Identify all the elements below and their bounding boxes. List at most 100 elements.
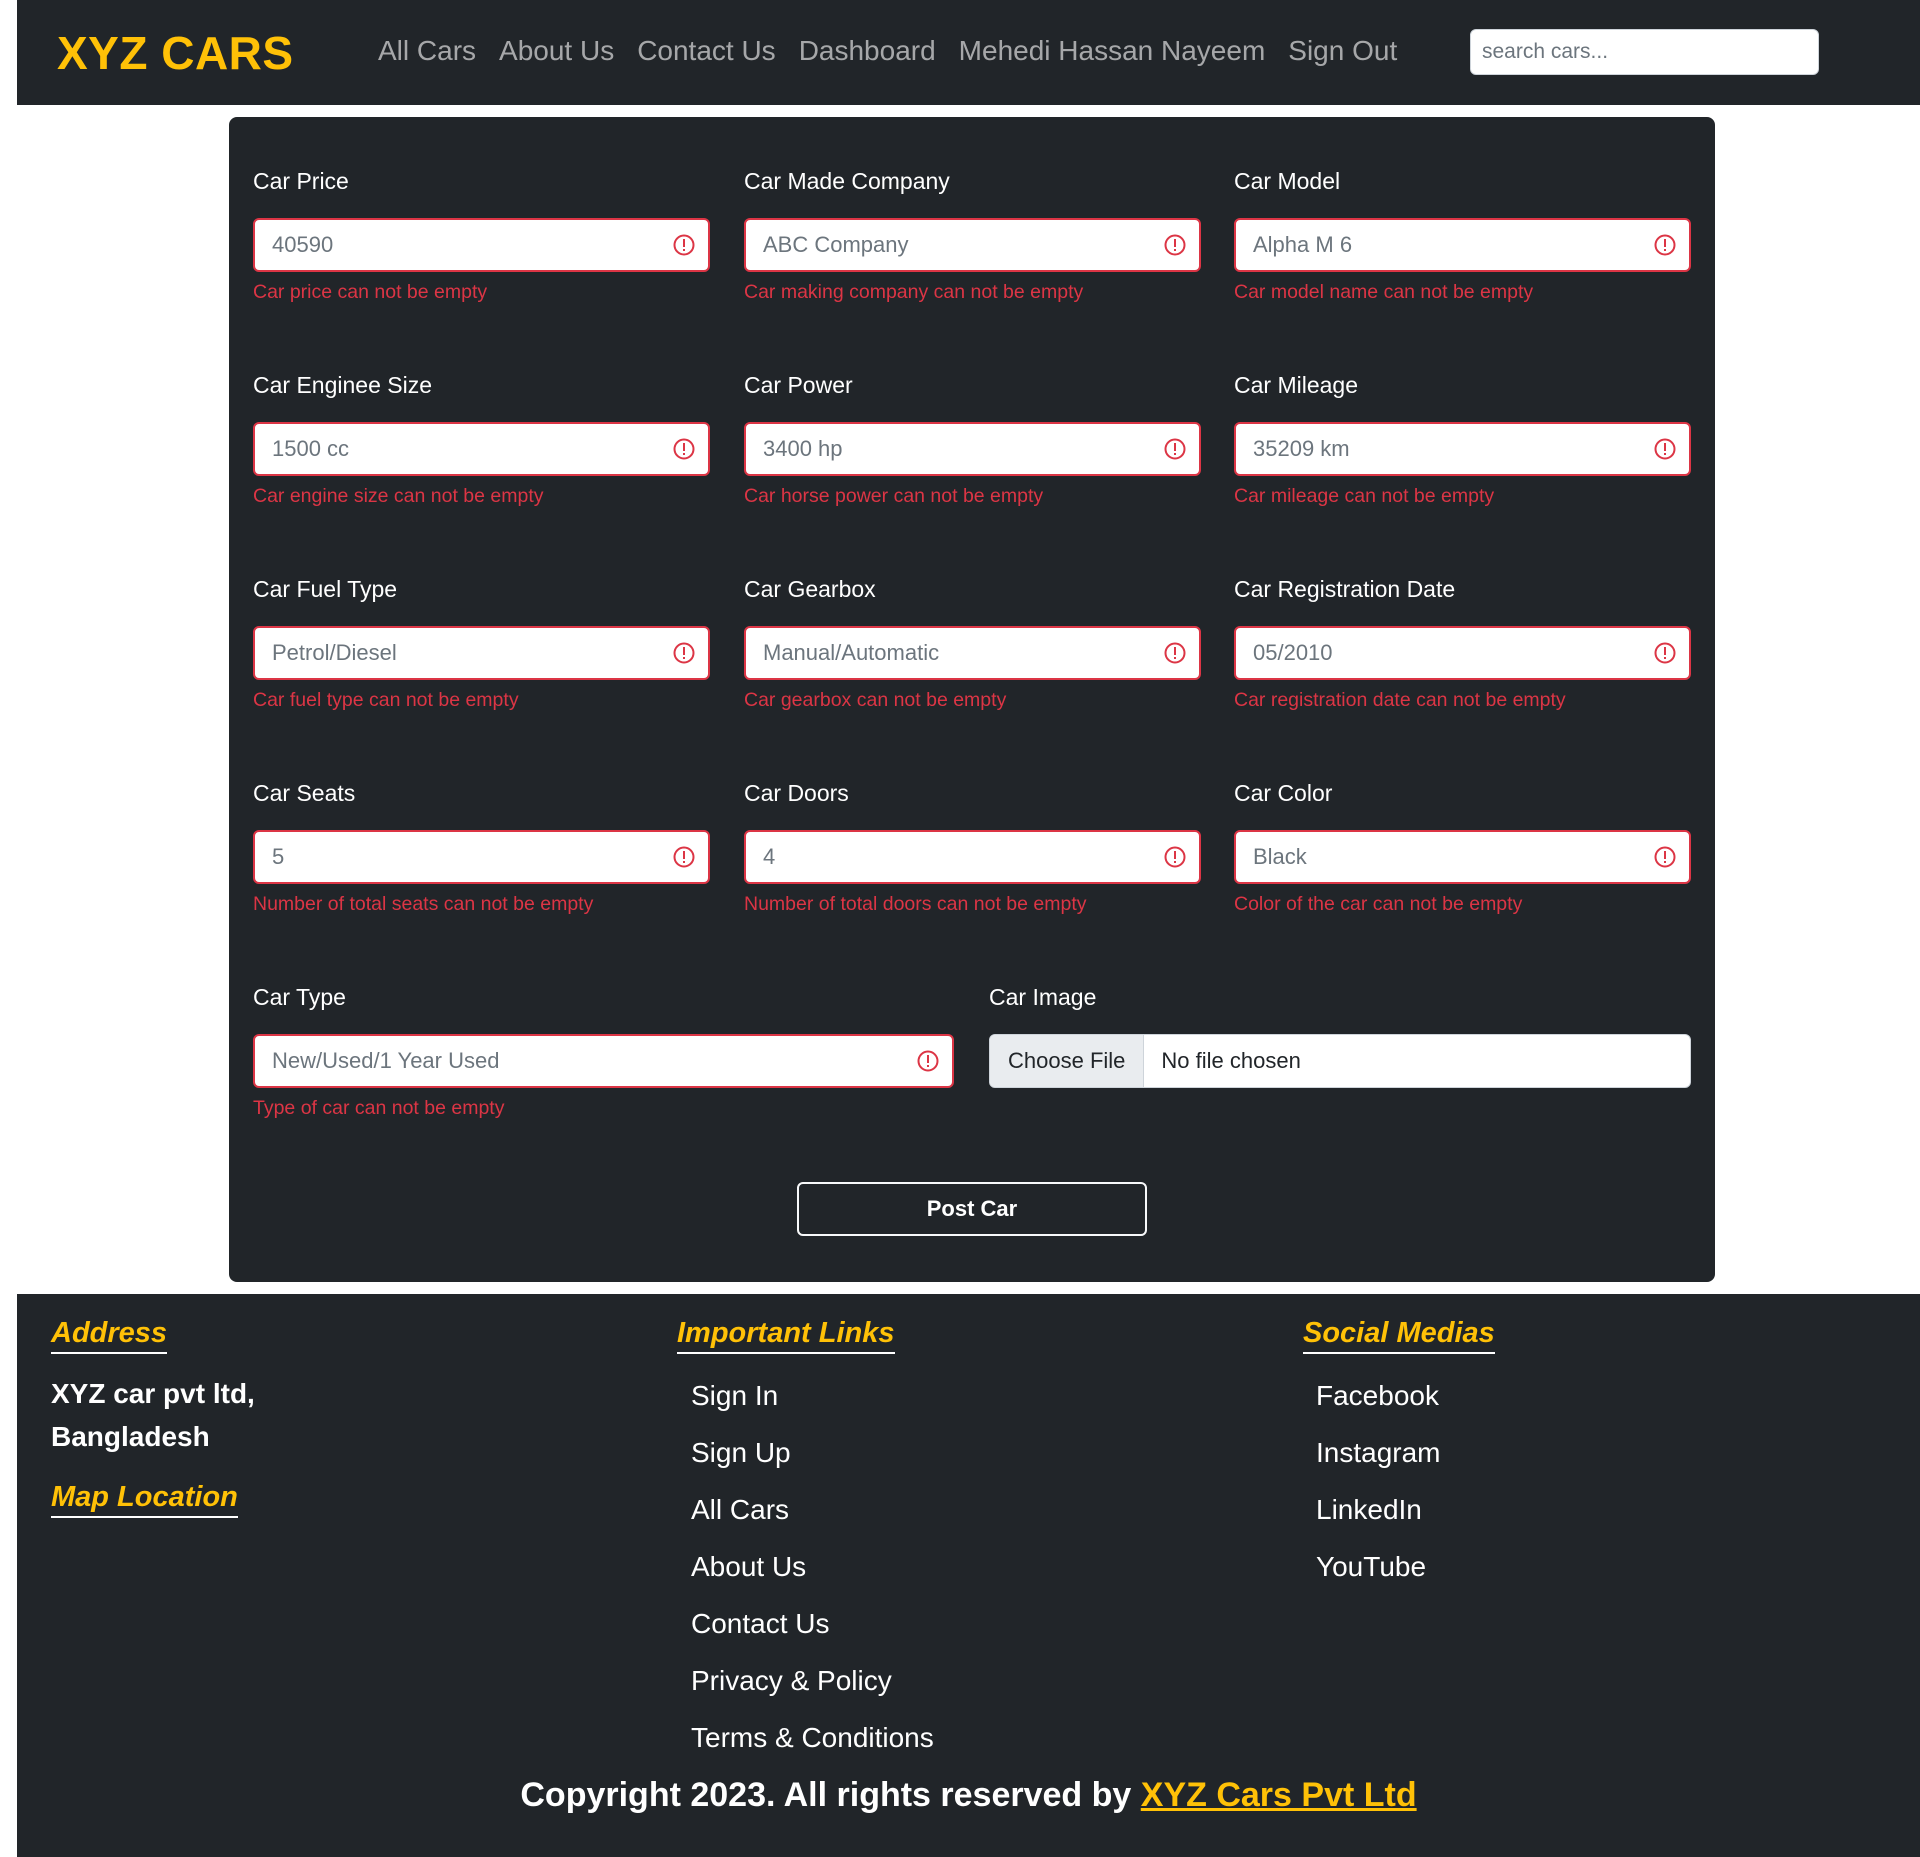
field-car-model: Car Model Car model name can not be empt… bbox=[1234, 166, 1691, 304]
field-label: Car Power bbox=[744, 372, 853, 398]
car-image-file-input[interactable]: Choose File No file chosen bbox=[989, 1034, 1691, 1088]
error-message: Number of total seats can not be empty bbox=[253, 893, 594, 915]
field-car-price: Car Price Car price can not be empty bbox=[253, 166, 710, 304]
field-car-type: Car Type Type of car can not be empty bbox=[253, 982, 954, 1120]
field-label: Car Type bbox=[253, 984, 346, 1010]
car-color-input[interactable] bbox=[1234, 830, 1691, 884]
footer-link-facebook[interactable]: Facebook bbox=[1316, 1367, 1441, 1424]
exclamation-circle-icon bbox=[1164, 234, 1186, 256]
social-medias-heading: Social Medias bbox=[1303, 1317, 1495, 1354]
nav-link-user-profile[interactable]: Mehedi Hassan Nayeem bbox=[959, 35, 1266, 67]
address-text: XYZ car pvt ltd, Bangladesh bbox=[51, 1372, 311, 1458]
error-message: Car fuel type can not be empty bbox=[253, 689, 519, 711]
field-label: Car Price bbox=[253, 168, 349, 194]
exclamation-circle-icon bbox=[1654, 846, 1676, 868]
exclamation-circle-icon bbox=[673, 846, 695, 868]
footer-link-contact-us[interactable]: Contact Us bbox=[691, 1595, 934, 1652]
car-power-input[interactable] bbox=[744, 422, 1201, 476]
nav-links: All Cars About Us Contact Us Dashboard M… bbox=[378, 35, 1420, 67]
footer-link-terms-conditions[interactable]: Terms & Conditions bbox=[691, 1709, 934, 1766]
footer-link-instagram[interactable]: Instagram bbox=[1316, 1424, 1441, 1481]
important-links-heading: Important Links bbox=[677, 1317, 895, 1354]
field-car-mileage: Car Mileage Car mileage can not be empty bbox=[1234, 370, 1691, 508]
field-car-seats: Car Seats Number of total seats can not … bbox=[253, 778, 710, 916]
field-label: Car Image bbox=[989, 984, 1097, 1010]
car-registration-date-input[interactable] bbox=[1234, 626, 1691, 680]
error-message: Car making company can not be empty bbox=[744, 281, 1084, 303]
field-car-registration-date: Car Registration Date Car registration d… bbox=[1234, 574, 1691, 712]
nav-link-dashboard[interactable]: Dashboard bbox=[799, 35, 936, 67]
car-fuel-type-input[interactable] bbox=[253, 626, 710, 680]
exclamation-circle-icon bbox=[917, 1050, 939, 1072]
field-car-gearbox: Car Gearbox Car gearbox can not be empty bbox=[744, 574, 1201, 712]
field-label: Car Registration Date bbox=[1234, 576, 1456, 602]
error-message: Car price can not be empty bbox=[253, 281, 488, 303]
car-doors-input[interactable] bbox=[744, 830, 1201, 884]
car-gearbox-input[interactable] bbox=[744, 626, 1201, 680]
car-model-input[interactable] bbox=[1234, 218, 1691, 272]
social-links-list: Facebook Instagram LinkedIn YouTube bbox=[1316, 1367, 1441, 1595]
error-message: Car registration date can not be empty bbox=[1234, 689, 1566, 711]
field-car-made-company: Car Made Company Car making company can … bbox=[744, 166, 1201, 304]
error-message: Number of total doors can not be empty bbox=[744, 893, 1087, 915]
exclamation-circle-icon bbox=[1164, 642, 1186, 664]
error-message: Car model name can not be empty bbox=[1234, 281, 1534, 303]
footer-link-linkedin[interactable]: LinkedIn bbox=[1316, 1481, 1441, 1538]
nav-link-sign-out[interactable]: Sign Out bbox=[1288, 35, 1397, 67]
car-seats-input[interactable] bbox=[253, 830, 710, 884]
post-car-button[interactable]: Post Car bbox=[797, 1182, 1147, 1236]
navbar: XYZ CARS All Cars About Us Contact Us Da… bbox=[17, 0, 1920, 105]
exclamation-circle-icon bbox=[673, 438, 695, 460]
error-message: Car mileage can not be empty bbox=[1234, 485, 1495, 507]
error-message: Car engine size can not be empty bbox=[253, 485, 544, 507]
exclamation-circle-icon bbox=[1164, 438, 1186, 460]
error-message: Color of the car can not be empty bbox=[1234, 893, 1523, 915]
exclamation-circle-icon bbox=[1654, 642, 1676, 664]
field-label: Car Enginee Size bbox=[253, 372, 432, 398]
car-type-input[interactable] bbox=[253, 1034, 954, 1088]
field-label: Car Gearbox bbox=[744, 576, 876, 602]
address-line: Bangladesh bbox=[51, 1421, 210, 1452]
footer: Address XYZ car pvt ltd, Bangladesh Map … bbox=[17, 1294, 1920, 1857]
field-label: Car Color bbox=[1234, 780, 1333, 806]
address-heading: Address bbox=[51, 1317, 168, 1354]
brand-logo[interactable]: XYZ CARS bbox=[57, 26, 294, 80]
choose-file-button[interactable]: Choose File bbox=[990, 1035, 1145, 1087]
field-label: Car Doors bbox=[744, 780, 849, 806]
copyright-company-link[interactable]: XYZ Cars Pvt Ltd bbox=[1141, 1776, 1417, 1814]
field-car-image: Car Image Choose File No file chosen bbox=[989, 982, 1691, 1088]
field-car-color: Car Color Color of the car can not be em… bbox=[1234, 778, 1691, 916]
footer-link-sign-up[interactable]: Sign Up bbox=[691, 1424, 934, 1481]
address-line: XYZ car pvt ltd, bbox=[51, 1378, 255, 1409]
nav-link-contact-us[interactable]: Contact Us bbox=[637, 35, 776, 67]
exclamation-circle-icon bbox=[1654, 438, 1676, 460]
footer-link-privacy-policy[interactable]: Privacy & Policy bbox=[691, 1652, 934, 1709]
field-car-fuel-type: Car Fuel Type Car fuel type can not be e… bbox=[253, 574, 710, 712]
field-label: Car Fuel Type bbox=[253, 576, 398, 602]
search-input[interactable] bbox=[1470, 29, 1819, 75]
error-message: Type of car can not be empty bbox=[253, 1097, 505, 1119]
field-car-engine-size: Car Enginee Size Car engine size can not… bbox=[253, 370, 710, 508]
car-mileage-input[interactable] bbox=[1234, 422, 1691, 476]
field-label: Car Seats bbox=[253, 780, 356, 806]
file-status: No file chosen bbox=[1161, 1048, 1301, 1073]
exclamation-circle-icon bbox=[673, 234, 695, 256]
footer-link-all-cars[interactable]: All Cars bbox=[691, 1481, 934, 1538]
copyright-text: Copyright 2023. All rights reserved by bbox=[520, 1776, 1141, 1814]
car-engine-size-input[interactable] bbox=[253, 422, 710, 476]
post-car-form: Car Price Car price can not be empty Car… bbox=[229, 117, 1715, 1282]
footer-link-about-us[interactable]: About Us bbox=[691, 1538, 934, 1595]
field-label: Car Made Company bbox=[744, 168, 950, 194]
footer-link-sign-in[interactable]: Sign In bbox=[691, 1367, 934, 1424]
car-price-input[interactable] bbox=[253, 218, 710, 272]
field-label: Car Model bbox=[1234, 168, 1341, 194]
error-message: Car gearbox can not be empty bbox=[744, 689, 1007, 711]
field-label: Car Mileage bbox=[1234, 372, 1358, 398]
footer-link-youtube[interactable]: YouTube bbox=[1316, 1538, 1441, 1595]
map-location-heading[interactable]: Map Location bbox=[51, 1481, 238, 1518]
copyright: Copyright 2023. All rights reserved by X… bbox=[17, 1776, 1920, 1815]
car-company-input[interactable] bbox=[744, 218, 1201, 272]
nav-link-all-cars[interactable]: All Cars bbox=[378, 35, 476, 67]
nav-link-about-us[interactable]: About Us bbox=[499, 35, 614, 67]
exclamation-circle-icon bbox=[673, 642, 695, 664]
